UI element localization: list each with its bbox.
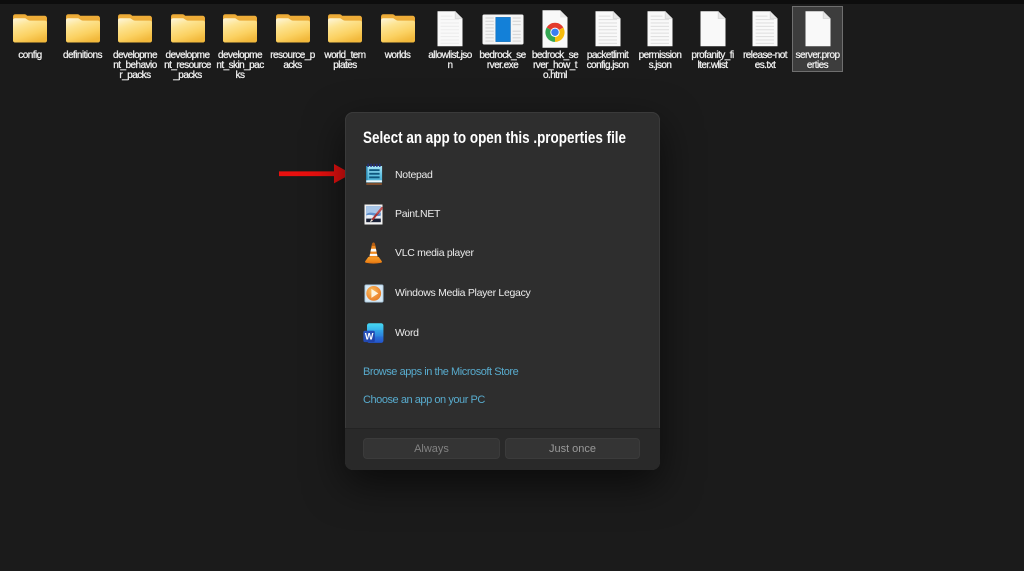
svg-text:W: W — [365, 331, 374, 341]
